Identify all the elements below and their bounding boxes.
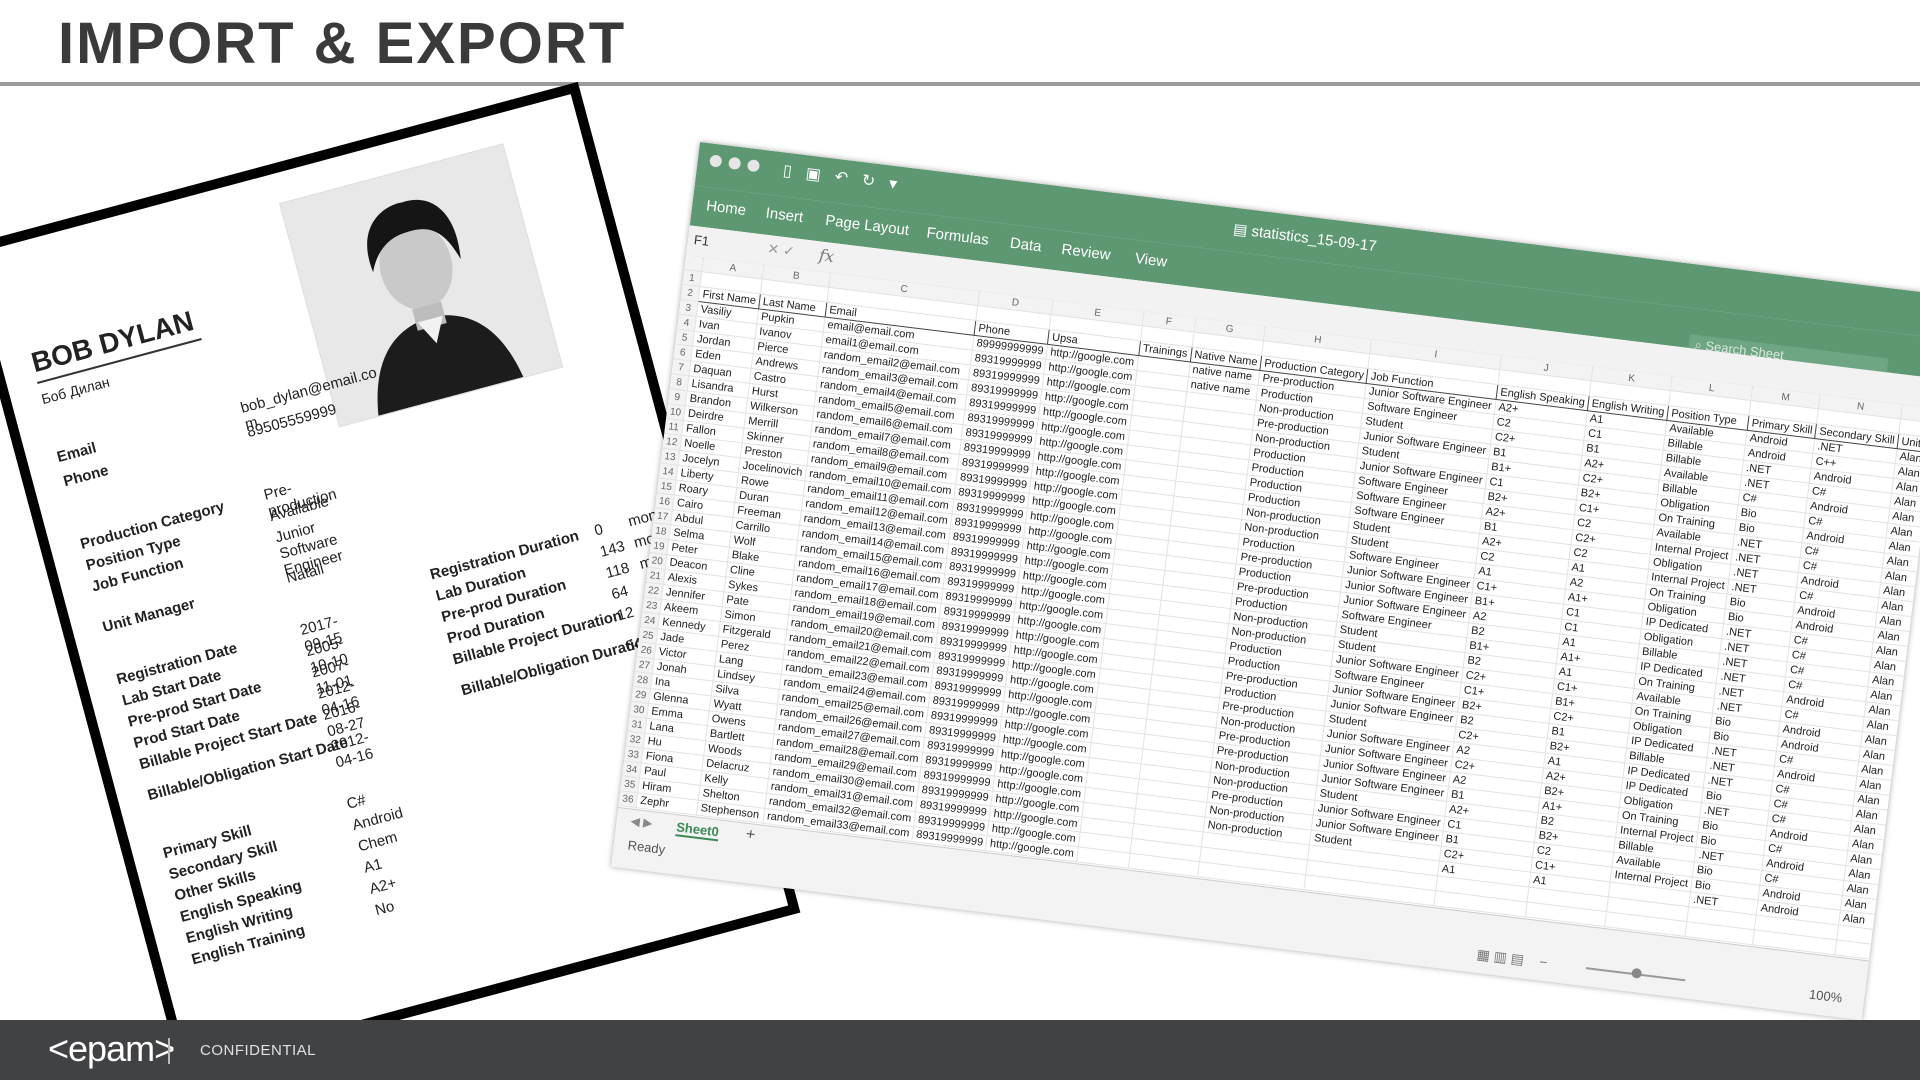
cell[interactable]: 2005-03-06	[1914, 889, 1920, 914]
profile-field: Unit Manager Natali	[100, 561, 326, 637]
cell[interactable]: 2006-08-16	[1911, 919, 1920, 944]
view-mode-icons[interactable]: ▦ ▥ ▤ −	[1476, 946, 1549, 972]
epam-logo: <epam>	[48, 1028, 175, 1069]
profile-duration-value: 143	[598, 537, 627, 561]
window-close-icon[interactable]	[709, 154, 723, 168]
profile-field: Email bob_dylan@email.co m	[55, 364, 378, 467]
row-header[interactable]: 36	[618, 790, 638, 808]
profile-field-value: No	[373, 897, 397, 920]
window-minimize-icon[interactable]	[727, 156, 742, 171]
slide-title: IMPORT & EXPORT	[58, 11, 627, 76]
profile-field-value: C#	[344, 791, 368, 813]
redo-icon[interactable]: ↻	[861, 172, 876, 191]
cancel-formula-icon[interactable]: ✕ ✓	[766, 240, 796, 260]
window-zoom-icon[interactable]	[746, 159, 761, 173]
cell[interactable]: 2006-09-25	[1916, 874, 1920, 899]
add-sheet-icon[interactable]: +	[745, 826, 756, 845]
profile-name: BOB DYLAN	[28, 305, 197, 379]
undo-icon[interactable]: ↶	[834, 169, 849, 188]
document-name: statistics_15-09-17	[1250, 222, 1378, 256]
tab-data[interactable]: Data	[1009, 235, 1043, 256]
confidential-label: CONFIDENTIAL	[200, 1042, 317, 1059]
tab-formulas[interactable]: Formulas	[926, 224, 990, 248]
zoom-slider-knob[interactable]	[1631, 967, 1643, 979]
profile-field-value: A1	[361, 855, 385, 877]
customize-toolbar-icon[interactable]: ▾	[888, 175, 898, 193]
profile-field-value: Chem	[356, 828, 400, 856]
title-rule	[0, 82, 1920, 86]
profile-field: Phone 89505559999	[61, 401, 339, 491]
footer: <epam> CONFIDENTIAL	[0, 1020, 1920, 1080]
tab-insert[interactable]: Insert	[765, 205, 804, 226]
cell[interactable]	[1907, 948, 1920, 961]
profile-field-label: Phone	[61, 461, 111, 491]
tab-view[interactable]: View	[1134, 250, 1168, 271]
name-box[interactable]: F1	[693, 232, 710, 249]
sheet-tab[interactable]: Sheet0	[675, 819, 720, 842]
cell[interactable]: 2006-01-03	[1912, 904, 1920, 929]
save-icon[interactable]: ▣	[805, 165, 822, 184]
tab-page-layout[interactable]: Page Layout	[824, 212, 910, 239]
tab-review[interactable]: Review	[1061, 241, 1112, 264]
tab-home[interactable]: Home	[705, 197, 747, 219]
profile-field-label: Email	[55, 439, 99, 467]
profile-duration-value: 64	[609, 582, 631, 604]
status-text: Ready	[626, 837, 667, 857]
profile-duration-value: 0	[592, 520, 605, 540]
profile-duration-value: 12	[615, 603, 636, 625]
zoom-level: 100%	[1808, 986, 1844, 1006]
sheet-nav-arrows-icon[interactable]: ◀ ▶	[630, 814, 653, 831]
profile-duration-value: 118	[603, 559, 632, 582]
cell[interactable]	[1909, 934, 1920, 959]
profile-field-value: A2+	[367, 874, 399, 898]
profile-field-label: Unit Manager	[100, 595, 197, 637]
footer-separator	[168, 1038, 170, 1064]
sidebar-toggle-icon[interactable]: ▯	[782, 162, 793, 180]
excel-window[interactable]: ▯ ▣ ↶ ↻ ▾ ▤ statistics_15-09-17 Home Insert …	[611, 142, 1920, 1021]
fx-icon[interactable]: fx	[818, 245, 835, 266]
